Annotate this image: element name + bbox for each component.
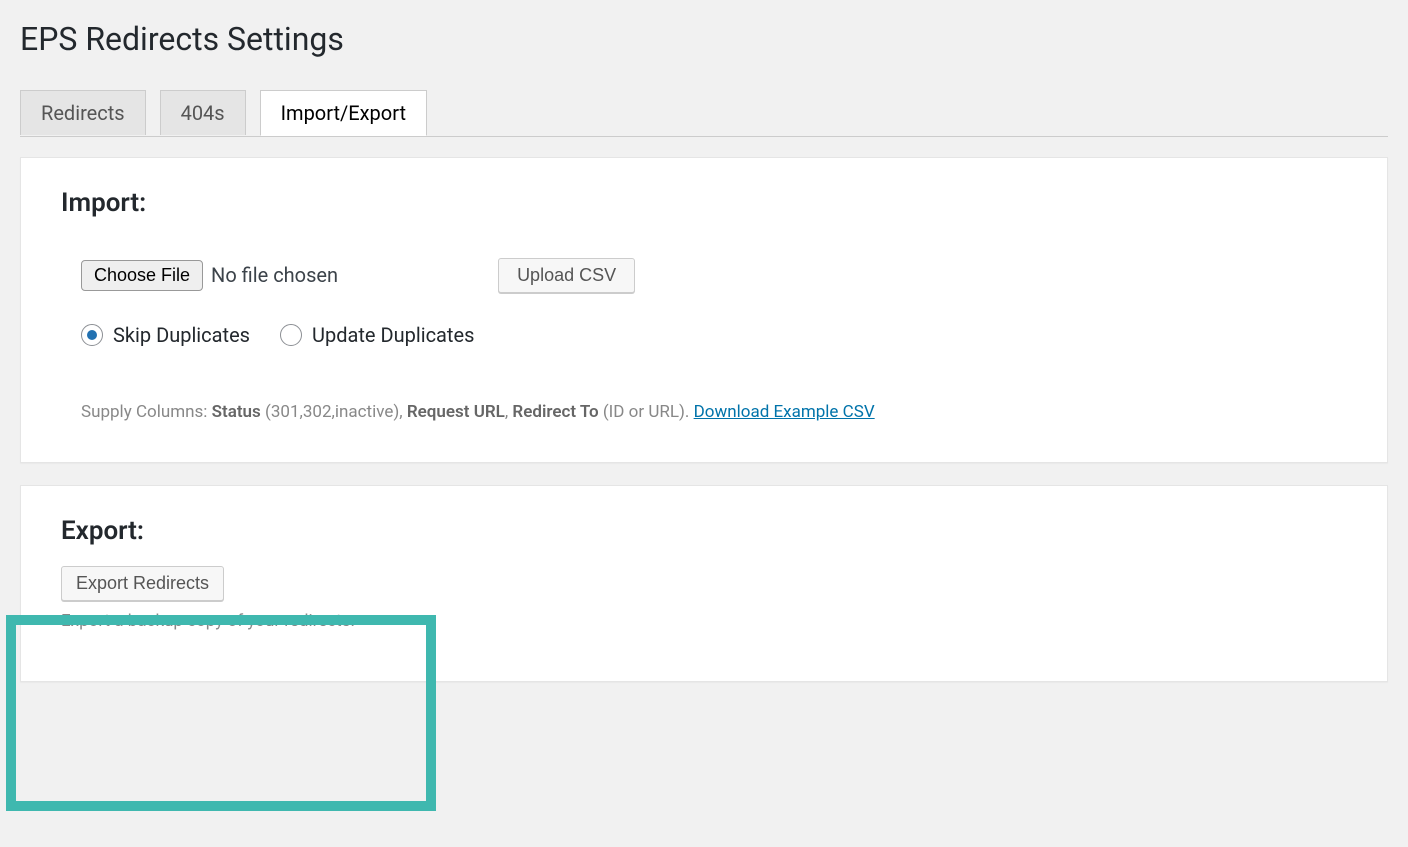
export-heading: Export: — [61, 516, 1347, 546]
skip-duplicates-label[interactable]: Skip Duplicates — [81, 323, 250, 347]
choose-file-button[interactable]: Choose File — [81, 260, 203, 291]
file-upload-row: Choose File No file chosen Upload CSV — [81, 258, 1347, 293]
tab-redirects[interactable]: Redirects — [20, 90, 146, 135]
hint-prefix: Supply Columns: — [81, 402, 212, 422]
export-panel: Export: Export Redirects Export a backup… — [20, 485, 1388, 682]
hint-redirect-label: Redirect To — [512, 402, 598, 422]
tab-import-export[interactable]: Import/Export — [260, 90, 427, 136]
page-title: EPS Redirects Settings — [20, 10, 1388, 81]
duplicate-mode-radios: Skip Duplicates Update Duplicates — [81, 323, 1347, 347]
download-example-link[interactable]: Download Example CSV — [694, 402, 875, 422]
update-duplicates-radio[interactable] — [280, 324, 302, 346]
skip-duplicates-text: Skip Duplicates — [113, 323, 250, 347]
export-redirects-button[interactable]: Export Redirects — [61, 566, 224, 601]
file-status-text: No file chosen — [211, 263, 338, 287]
update-duplicates-text: Update Duplicates — [312, 323, 474, 347]
tab-bar: Redirects 404s Import/Export — [20, 81, 1388, 137]
import-heading: Import: — [61, 188, 1347, 218]
columns-hint: Supply Columns: Status (301,302,inactive… — [81, 402, 1347, 422]
import-panel: Import: Choose File No file chosen Uploa… — [20, 157, 1388, 463]
tab-404s[interactable]: 404s — [160, 90, 246, 135]
hint-status-values: (301,302,inactive), — [261, 402, 407, 422]
hint-redirect-values: (ID or URL). — [599, 402, 694, 422]
export-description: Export a backup copy of your redirects. — [61, 611, 1347, 631]
hint-status-label: Status — [212, 402, 261, 422]
hint-request-label: Request URL — [407, 402, 505, 422]
skip-duplicates-radio[interactable] — [81, 324, 103, 346]
upload-csv-button[interactable]: Upload CSV — [498, 258, 635, 293]
update-duplicates-label[interactable]: Update Duplicates — [280, 323, 474, 347]
